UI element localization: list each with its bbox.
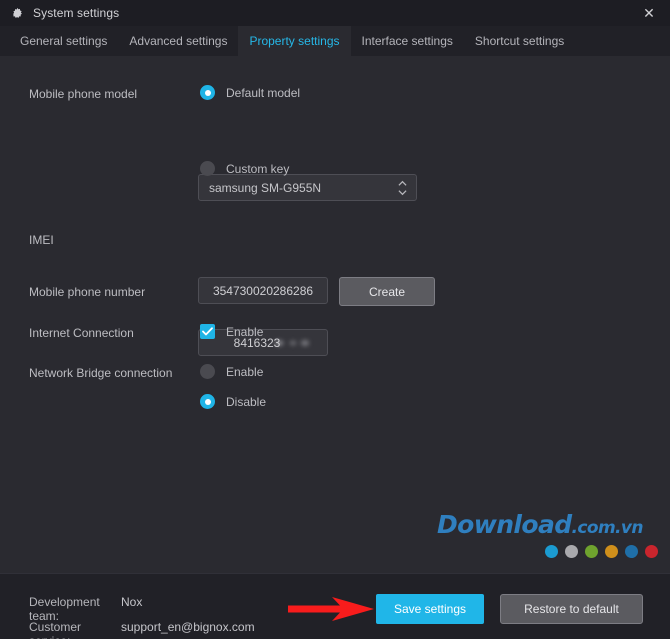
radio-default-model[interactable]: Default model	[200, 85, 300, 100]
property-settings-panel: Mobile phone model Default model samsung…	[0, 56, 670, 573]
internet-connection-label: Internet Connection	[29, 326, 134, 340]
tab-property-settings[interactable]: Property settings	[238, 26, 350, 56]
radio-bridge-disable-label: Disable	[226, 395, 266, 409]
radio-bridge-disable-indicator[interactable]	[200, 394, 215, 409]
restore-to-default-button[interactable]: Restore to default	[500, 594, 643, 624]
development-team-value: Nox	[121, 595, 142, 623]
radio-default-model-label: Default model	[226, 86, 300, 100]
redacted-overlay	[271, 337, 313, 349]
spinner-up-down-icon[interactable]	[398, 180, 407, 195]
development-team-key: Development team:	[29, 595, 121, 623]
radio-bridge-disable[interactable]: Disable	[200, 394, 266, 409]
development-team-info: Development team: Nox	[29, 595, 142, 623]
tab-bar: General settings Advanced settings Prope…	[0, 26, 670, 56]
customer-service-value: support_en@bignox.com	[121, 620, 255, 639]
customer-service-info: Customer service: support_en@bignox.com	[29, 620, 255, 639]
save-settings-button[interactable]: Save settings	[376, 594, 484, 624]
phone-model-select[interactable]: samsung SM-G955N	[198, 174, 417, 201]
network-bridge-label: Network Bridge connection	[29, 366, 172, 380]
imei-input-value: 354730020286286	[213, 284, 313, 298]
tab-advanced-settings[interactable]: Advanced settings	[118, 26, 238, 56]
phone-number-label: Mobile phone number	[29, 285, 145, 299]
checkbox-internet-enable-label: Enable	[226, 325, 263, 339]
gear-icon	[10, 6, 24, 20]
window-title: System settings	[33, 6, 119, 20]
checkbox-internet-enable[interactable]: Enable	[200, 324, 263, 339]
create-imei-button[interactable]: Create	[339, 277, 435, 306]
customer-service-key: Customer service:	[29, 620, 121, 639]
system-settings-window: System settings ✕ General settings Advan…	[0, 0, 670, 639]
radio-custom-key-label: Custom key	[226, 162, 289, 176]
radio-bridge-enable-indicator[interactable]	[200, 364, 215, 379]
tab-shortcut-settings[interactable]: Shortcut settings	[464, 26, 575, 56]
imei-label: IMEI	[29, 233, 54, 247]
radio-bridge-enable-label: Enable	[226, 365, 263, 379]
radio-default-model-indicator[interactable]	[200, 85, 215, 100]
tab-general-settings[interactable]: General settings	[9, 26, 118, 56]
radio-custom-key-indicator[interactable]	[200, 161, 215, 176]
imei-input[interactable]: 354730020286286	[198, 277, 328, 304]
phone-model-label: Mobile phone model	[29, 87, 137, 101]
tab-interface-settings[interactable]: Interface settings	[351, 26, 464, 56]
close-icon[interactable]: ✕	[628, 0, 670, 26]
phone-model-select-value: samsung SM-G955N	[209, 181, 321, 195]
radio-custom-key[interactable]: Custom key	[200, 161, 289, 176]
radio-bridge-enable[interactable]: Enable	[200, 364, 263, 379]
title-bar: System settings ✕	[0, 0, 670, 26]
checkmark-icon[interactable]	[200, 324, 215, 339]
